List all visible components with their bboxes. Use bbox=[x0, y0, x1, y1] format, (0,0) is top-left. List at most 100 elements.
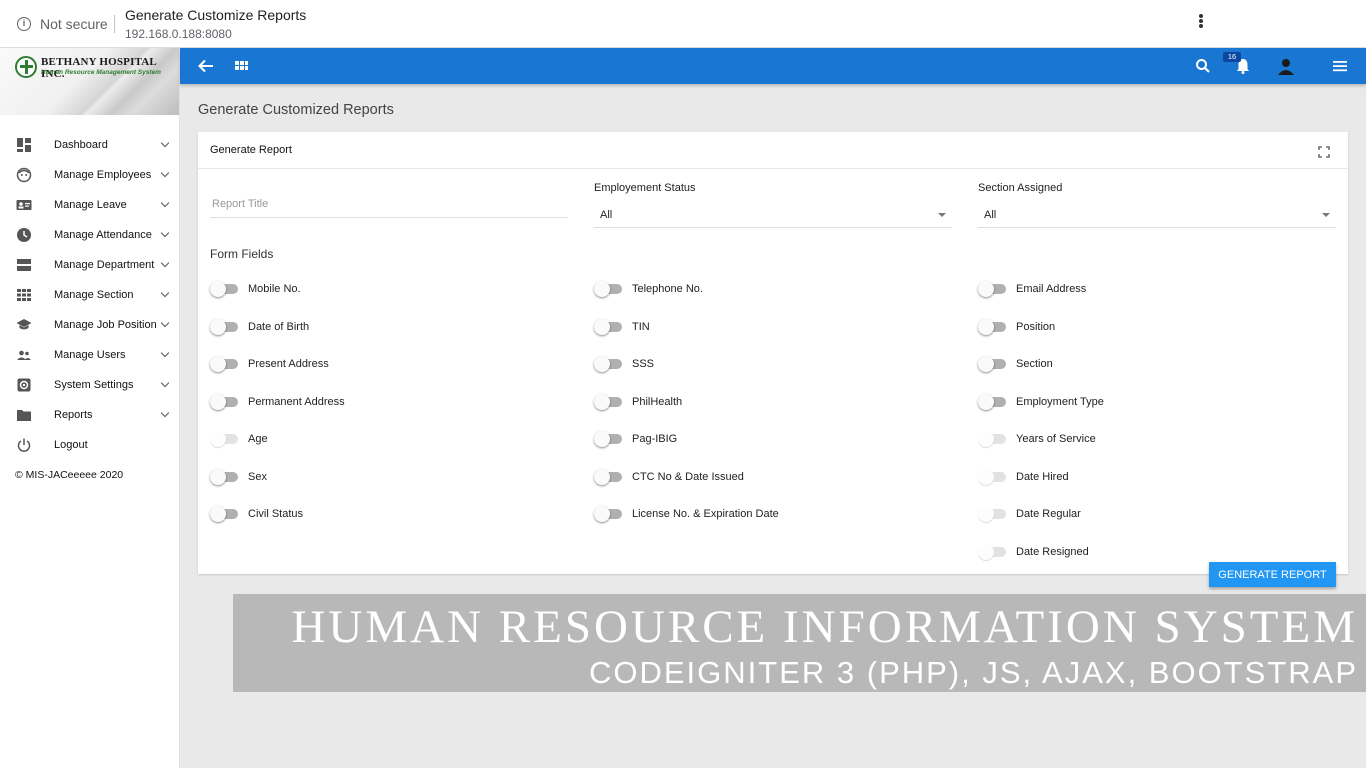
form-field-toggle[interactable]: Employment Type bbox=[978, 393, 1104, 410]
form-field-toggle[interactable]: Mobile No. bbox=[210, 281, 301, 297]
toggle-switch[interactable] bbox=[978, 543, 1008, 560]
toggle-switch[interactable] bbox=[978, 506, 1008, 522]
form-field-toggle[interactable]: Years of Service bbox=[978, 431, 1096, 447]
sidebar-item-manage-department[interactable]: Manage Department bbox=[0, 250, 179, 280]
sidebar-item-label: Manage Users bbox=[54, 349, 126, 361]
toggle-switch[interactable] bbox=[594, 431, 624, 447]
fullscreen-icon[interactable] bbox=[1318, 146, 1330, 158]
form-field-toggle[interactable]: Email Address bbox=[978, 281, 1086, 297]
toggle-switch[interactable] bbox=[594, 318, 624, 335]
toggle-switch[interactable] bbox=[210, 506, 240, 522]
form-field-toggle[interactable]: SSS bbox=[594, 356, 654, 372]
toggle-switch[interactable] bbox=[594, 468, 624, 485]
sidebar-item-manage-job-position[interactable]: Manage Job Position bbox=[0, 310, 179, 340]
toggle-thumb bbox=[978, 506, 994, 522]
form-field-toggle[interactable]: Section bbox=[978, 356, 1053, 372]
toggle-thumb bbox=[210, 356, 226, 372]
user-account-icon[interactable] bbox=[1276, 56, 1296, 76]
sidebar-item-manage-section[interactable]: Manage Section bbox=[0, 280, 179, 310]
sidebar-item-label: Manage Leave bbox=[54, 199, 127, 211]
sidebar-item-manage-attendance[interactable]: Manage Attendance bbox=[0, 220, 179, 250]
sidebar-item-dashboard[interactable]: Dashboard bbox=[0, 130, 179, 160]
toggle-switch[interactable] bbox=[594, 356, 624, 372]
toggle-switch[interactable] bbox=[978, 431, 1008, 447]
back-arrow-icon[interactable] bbox=[196, 56, 216, 76]
url-text[interactable]: 192.168.0.188:8080 bbox=[125, 27, 232, 41]
dropdown-caret-icon bbox=[1322, 213, 1330, 217]
sidebar-item-manage-employees[interactable]: Manage Employees bbox=[0, 160, 179, 190]
form-field-toggle[interactable]: PhilHealth bbox=[594, 393, 683, 410]
divider bbox=[114, 15, 115, 33]
apps-grid-icon[interactable] bbox=[231, 56, 251, 76]
form-field-toggle[interactable]: Present Address bbox=[210, 356, 329, 372]
employment-status-select[interactable]: All bbox=[594, 200, 952, 228]
toggle-label: Sex bbox=[248, 470, 267, 483]
toggle-switch[interactable] bbox=[978, 318, 1008, 335]
toggle-label: Section bbox=[1016, 358, 1053, 370]
sidebar-item-label: Logout bbox=[54, 439, 88, 451]
sidebar-item-label: Reports bbox=[54, 409, 93, 421]
form-field-toggle[interactable]: Date of Birth bbox=[210, 318, 309, 335]
form-field-toggle[interactable]: Age bbox=[210, 431, 268, 447]
sidebar-item-label: Dashboard bbox=[54, 139, 108, 151]
toggle-switch[interactable] bbox=[978, 281, 1008, 297]
chevron-down-icon bbox=[160, 258, 170, 268]
sidebar-item-label: System Settings bbox=[54, 379, 134, 391]
toggle-switch[interactable] bbox=[210, 468, 240, 485]
form-field-toggle[interactable]: CTC No & Date Issued bbox=[594, 468, 744, 485]
page-tab-title: Generate Customize Reports bbox=[125, 7, 307, 23]
dropdown-caret-icon bbox=[938, 213, 946, 217]
form-field-toggle[interactable]: Date Resigned bbox=[978, 543, 1089, 560]
security-label[interactable]: Not secure bbox=[40, 16, 108, 32]
form-field-toggle[interactable]: License No. & Expiration Date bbox=[594, 506, 779, 522]
people-icon bbox=[17, 350, 31, 360]
section-assigned-label: Section Assigned bbox=[978, 182, 1063, 194]
sidebar-item-reports[interactable]: Reports bbox=[0, 400, 179, 430]
browser-address-bar: i Not secure Generate Customize Reports … bbox=[0, 0, 1366, 48]
toggle-switch[interactable] bbox=[210, 281, 240, 297]
toggle-thumb bbox=[978, 281, 994, 297]
toggle-switch[interactable] bbox=[594, 281, 624, 297]
form-field-toggle[interactable]: Date Regular bbox=[978, 506, 1081, 522]
toggle-switch[interactable] bbox=[210, 431, 240, 447]
toggle-switch[interactable] bbox=[210, 393, 240, 410]
form-field-toggle[interactable]: Position bbox=[978, 318, 1055, 335]
toggle-label: Civil Status bbox=[248, 508, 304, 520]
toggle-thumb bbox=[978, 318, 994, 335]
toggle-switch[interactable] bbox=[978, 356, 1008, 372]
toggle-label: PhilHealth bbox=[632, 395, 683, 408]
sidebar-item-manage-users[interactable]: Manage Users bbox=[0, 340, 179, 370]
toggle-thumb bbox=[978, 431, 994, 447]
form-field-toggle[interactable]: Permanent Address bbox=[210, 393, 345, 410]
form-field-toggle[interactable]: Date Hired bbox=[978, 468, 1069, 485]
section-assigned-select[interactable]: All bbox=[978, 200, 1336, 228]
toggle-switch[interactable] bbox=[594, 393, 624, 410]
toggle-switch[interactable] bbox=[210, 356, 240, 372]
form-field-toggle[interactable]: Civil Status bbox=[210, 506, 303, 522]
report-title-input[interactable]: Report Title bbox=[210, 194, 568, 218]
more-options-icon[interactable] bbox=[1196, 13, 1206, 31]
sidebar-item-system-settings[interactable]: System Settings bbox=[0, 370, 179, 400]
info-icon[interactable]: i bbox=[17, 17, 31, 31]
toggle-switch[interactable] bbox=[978, 393, 1008, 410]
form-field-toggle[interactable]: Telephone No. bbox=[594, 281, 703, 297]
search-icon[interactable] bbox=[1193, 56, 1213, 76]
list-icon bbox=[17, 259, 31, 271]
toggle-switch[interactable] bbox=[594, 506, 624, 522]
toggle-label: Age bbox=[248, 433, 268, 445]
form-field-toggle[interactable]: Pag-IBIG bbox=[594, 431, 677, 447]
sidebar-item-logout[interactable]: Logout bbox=[0, 430, 179, 460]
toggle-label: Date Regular bbox=[1016, 508, 1081, 520]
form-field-toggle[interactable]: Sex bbox=[210, 468, 267, 485]
face-icon bbox=[16, 167, 32, 183]
form-fields-heading: Form Fields bbox=[210, 247, 274, 261]
form-field-toggle[interactable]: TIN bbox=[594, 318, 650, 335]
generate-report-button[interactable]: GENERATE REPORT bbox=[1209, 562, 1336, 587]
toggle-switch[interactable] bbox=[978, 468, 1008, 485]
id-card-icon bbox=[16, 200, 32, 210]
sidebar-item-manage-leave[interactable]: Manage Leave bbox=[0, 190, 179, 220]
menu-hamburger-icon[interactable] bbox=[1330, 56, 1350, 76]
brand-tagline: Human Resource Management System bbox=[41, 69, 161, 76]
settings-icon bbox=[17, 378, 31, 392]
toggle-switch[interactable] bbox=[210, 318, 240, 335]
